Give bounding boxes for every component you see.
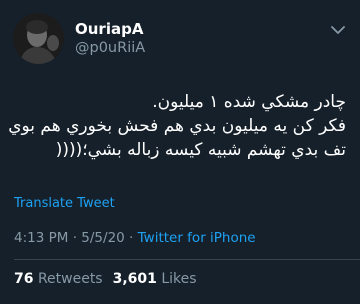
tweet-header: OuriapA @p0uRiiA [13, 13, 145, 64]
avatar[interactable] [13, 13, 64, 64]
meta-separator: · [129, 230, 134, 246]
retweets-stat[interactable]: 76 Retweets [14, 271, 103, 287]
likes-count: 3,601 [112, 271, 157, 287]
user-handle[interactable]: @p0uRiiA [75, 39, 145, 58]
tweet-line: فکر کن يه ميليون بدي هم فحش بخوري هم بوي [8, 116, 346, 136]
tweet-line: چادر مشکي شده ۱ ميليون. [152, 92, 346, 112]
user-names: OuriapA @p0uRiiA [75, 20, 145, 58]
likes-label: Likes [161, 271, 197, 287]
tweet-source-link[interactable]: Twitter for iPhone [138, 230, 256, 246]
divider [14, 259, 360, 260]
tweet-line: تف بدي تهشم شبيه کيسه زباله بشي؛(((( [55, 140, 346, 160]
chevron-down-icon[interactable] [328, 22, 348, 38]
meta-separator: · [72, 230, 77, 246]
translate-tweet-link[interactable]: Translate Tweet [14, 196, 115, 211]
tweet-card: OuriapA @p0uRiiA چادر مشکي شده ۱ ميليون.… [0, 0, 360, 304]
tweet-date[interactable]: 5/5/20 [81, 230, 124, 246]
avatar-photo [13, 13, 64, 64]
tweet-meta: 4:13 PM · 5/5/20 · Twitter for iPhone [14, 230, 256, 246]
display-name[interactable]: OuriapA [75, 20, 145, 39]
likes-stat[interactable]: 3,601 Likes [113, 271, 197, 287]
retweets-label: Retweets [37, 271, 103, 287]
tweet-stats: 76 Retweets 3,601 Likes [14, 271, 197, 287]
tweet-time[interactable]: 4:13 PM [14, 230, 68, 246]
tweet-text: چادر مشکي شده ۱ ميليون. فکر کن يه ميليون… [8, 90, 346, 162]
retweets-count: 76 [14, 271, 34, 287]
